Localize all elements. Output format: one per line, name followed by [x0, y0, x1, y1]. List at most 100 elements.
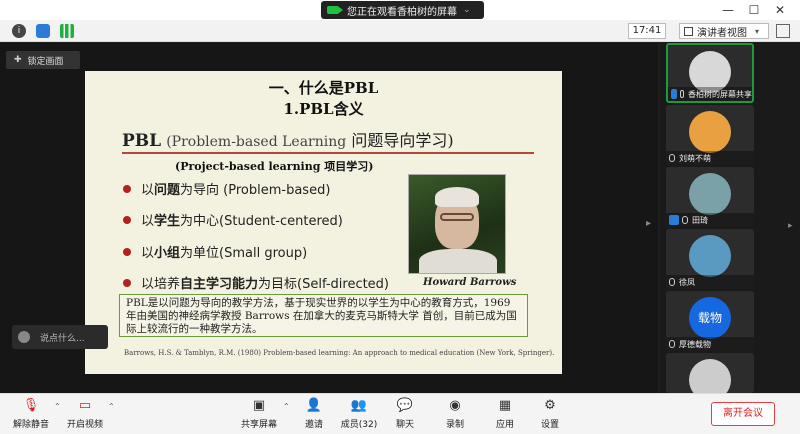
record-icon: ◉ [449, 397, 461, 413]
participant-tile[interactable] [666, 353, 754, 393]
share-screen-button[interactable]: ▣ 共享屏幕 [238, 397, 280, 433]
presentation-slide: 一、什么是PBL 1.PBL含义 PBL (Problem-based Lear… [85, 71, 562, 374]
bullet-text: 以 [141, 246, 155, 261]
close-button[interactable]: ✕ [768, 0, 792, 20]
record-button[interactable]: ◉ 录制 [440, 397, 470, 433]
invite-button[interactable]: 👤 邀请 [298, 397, 330, 433]
participant-namebar: 香柏树的屏幕共享 [668, 87, 752, 101]
heading-chinese: 问题导向学习) [351, 131, 454, 150]
slide-subtitle: 1.PBL含义 [283, 100, 364, 118]
slide-heading: PBL (Problem-based Learning 问题导向学习) [122, 127, 454, 151]
signal-icon[interactable] [60, 24, 74, 38]
photo-caption: Howard Barrows [423, 277, 517, 288]
participant-namebar: 田琦 [666, 213, 754, 227]
chevron-up-icon[interactable]: ⌃ [54, 402, 61, 411]
avatar [689, 173, 731, 215]
bullet-text: 为单位(Small group) [180, 246, 308, 261]
gear-icon: ⚙ [544, 397, 556, 413]
bullet-bold: 问题 [154, 183, 181, 198]
participant-tile[interactable]: 刘萌不萌 [666, 105, 754, 165]
members-button[interactable]: 👥 成员(32) [338, 397, 380, 433]
heading-bold: PBL [122, 131, 162, 151]
info-icon[interactable]: i [12, 24, 26, 38]
start-video-label: 开启视频 [66, 420, 103, 430]
minimize-button[interactable]: — [716, 0, 740, 20]
bullet-text: 为导向 (Problem-based) [180, 183, 331, 198]
slide-title: 一、什么是PBL [268, 79, 379, 97]
portrait-hair [435, 187, 479, 207]
bullet-dot [123, 278, 131, 287]
participant-name: 刘萌不萌 [679, 153, 711, 163]
participant-name: 田琦 [692, 215, 708, 225]
share-screen-icon: ▣ [252, 397, 266, 413]
screen-share-banner[interactable]: 您正在观看香柏树的屏幕 ⌄ [321, 1, 484, 19]
participant-name: 徐凤 [679, 277, 695, 287]
host-icon [669, 215, 679, 225]
participant-tile[interactable]: 载物 厚德载物 [666, 291, 754, 351]
view-selector-label: 演讲者视图 [697, 27, 747, 39]
members-icon: 👥 [350, 397, 368, 413]
bullet-text: 为中心(Student-centered) [180, 214, 343, 229]
bullet-bold: 自主学习能力 [180, 277, 259, 292]
pin-icon: ✚ [14, 55, 22, 65]
reference-text: Barrows, H.S. & Tamblyn, R.M. (1980) Pro… [124, 349, 555, 357]
participant-tile[interactable]: 香柏树的屏幕共享 [666, 43, 754, 103]
mic-off-icon [669, 278, 675, 286]
slide-subheading: (Project-based learning 项目学习) [175, 160, 374, 173]
chevron-right-icon[interactable]: ▸ [646, 218, 651, 229]
bullet-dot [123, 184, 131, 193]
chevron-up-icon[interactable]: ⌃ [283, 402, 290, 411]
chevron-down-icon[interactable]: ⌄ [463, 5, 471, 15]
emoji-icon[interactable] [18, 331, 30, 343]
view-selector[interactable]: 演讲者视图 ▾ [679, 23, 769, 39]
chevron-up-icon[interactable]: ⌃ [108, 402, 115, 411]
meeting-toolbar: 🎙 解除静音 ⌃ ▭ 开启视频 ⌃ ▣ 共享屏幕 ⌃ 👤 邀请 👥 成员(32)… [0, 393, 800, 434]
unmute-button[interactable]: 🎙 解除静音 [10, 397, 52, 433]
lock-view-button[interactable]: ✚ 锁定画面 [6, 51, 80, 69]
mic-off-icon [669, 340, 675, 348]
unmute-label: 解除静音 [12, 420, 49, 430]
camera-icon [327, 6, 343, 14]
portrait-glasses [440, 213, 474, 221]
portrait-shirt [419, 249, 497, 273]
chat-button[interactable]: 💬 聊天 [390, 397, 420, 433]
start-video-button[interactable]: ▭ 开启视频 [64, 397, 106, 433]
description-box: PBL是以问题为导向的教学方法，基于现实世界的以学生为中心的教育方式，1969 … [119, 294, 528, 337]
bullet-bold: 小组 [154, 246, 181, 261]
participant-tile[interactable]: 徐凤 [666, 229, 754, 289]
settings-label: 设置 [540, 420, 559, 430]
chat-icon: 💬 [396, 397, 414, 413]
avatar [689, 235, 731, 277]
share-banner-text: 您正在观看香柏树的屏幕 [347, 6, 457, 18]
settings-button[interactable]: ⚙ 设置 [535, 397, 565, 433]
portrait-photo [408, 174, 506, 274]
participant-tile[interactable]: 田琦 [666, 167, 754, 227]
participant-name: 厚德载物 [679, 339, 711, 349]
bullet-text: 以 [141, 214, 155, 229]
shield-icon[interactable] [36, 24, 50, 38]
add-user-icon: 👤 [305, 397, 323, 413]
chat-placeholder: 说点什么... [40, 333, 85, 344]
members-label: 成员(32) [340, 420, 378, 430]
bullet-item: 以培养 自主学习能力 为目标(Self-directed) [123, 273, 389, 292]
chevron-right-icon[interactable]: ▸ [788, 221, 793, 231]
apps-button[interactable]: ▦ 应用 [490, 397, 520, 433]
heading-english: (Problem-based Learning [166, 134, 347, 150]
chat-input[interactable]: 说点什么... [12, 325, 108, 349]
bullet-text: 以 [141, 183, 155, 198]
layout-icon [684, 26, 693, 36]
record-label: 录制 [445, 420, 464, 430]
info-bar: i 17:41 演讲者视图 ▾ [0, 20, 800, 42]
bullet-dot [123, 247, 131, 256]
maximize-button[interactable]: ☐ [742, 0, 766, 20]
avatar [689, 359, 731, 393]
bullet-text: 为目标(Self-directed) [258, 277, 390, 292]
leave-meeting-button[interactable]: 离开会议 [711, 402, 775, 426]
meeting-window: 您正在观看香柏树的屏幕 ⌄ — ☐ ✕ i 17:41 演讲者视图 ▾ ✚ 锁定… [0, 0, 800, 434]
fullscreen-button[interactable] [776, 24, 790, 38]
bullet-dot [123, 215, 131, 224]
bullet-item: 以小组 为单位(Small group) [123, 242, 307, 261]
mic-icon [679, 90, 684, 98]
participant-name: 香柏树的屏幕共享 [688, 89, 752, 99]
mic-off-icon [682, 216, 688, 224]
